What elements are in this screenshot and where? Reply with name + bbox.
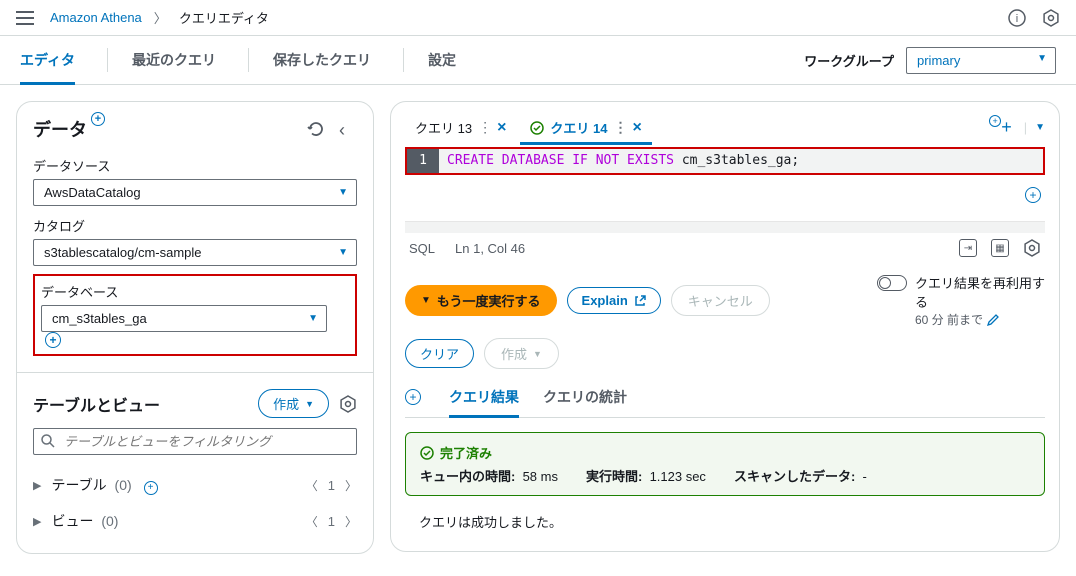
datasource-select[interactable]: AwsDataCatalog: [33, 179, 357, 206]
database-label: データベース: [41, 282, 349, 301]
tab-saved[interactable]: 保存したクエリ: [273, 36, 371, 84]
query-tab-14[interactable]: クエリ 14 ⋮ ×: [520, 112, 651, 143]
reuse-time: 60 分 前まで: [915, 311, 983, 328]
cancel-button: キャンセル: [671, 285, 770, 316]
gear-icon[interactable]: [339, 395, 357, 413]
tab-menu-icon[interactable]: ⋮: [478, 119, 491, 136]
chevron-down-icon: ▼: [421, 295, 431, 306]
check-icon: [420, 446, 434, 460]
breadcrumb-page: クエリエディタ: [179, 8, 269, 27]
filter-input[interactable]: [33, 428, 357, 455]
check-icon: [530, 121, 544, 135]
cursor-pos: Ln 1, Col 46: [455, 241, 525, 256]
plus-icon[interactable]: +: [405, 389, 421, 405]
external-link-icon: [634, 295, 646, 307]
create-button[interactable]: 作成▼: [258, 389, 329, 418]
tab-recent[interactable]: 最近のクエリ: [132, 36, 216, 84]
page-number: 1: [328, 514, 335, 529]
expand-icon[interactable]: ▶: [33, 479, 41, 492]
svg-text:i: i: [1016, 13, 1018, 25]
next-page-icon[interactable]: 〉: [345, 477, 357, 494]
tab-divider: [107, 48, 108, 72]
sidebar: データ + ‹ データソース AwsDataCatalog カタログ s3tab…: [16, 101, 374, 554]
divider: [17, 372, 373, 373]
clear-button[interactable]: クリア: [405, 339, 474, 368]
result-status-box: 完了済み キュー内の時間: 58 ms 実行時間: 1.123 sec スキャン…: [405, 432, 1045, 496]
layout-icon[interactable]: ▦: [991, 239, 1009, 257]
plus-icon[interactable]: +: [1025, 187, 1041, 203]
success-message: クエリは成功しました。: [405, 496, 1045, 535]
create-button-disabled: 作成▼: [484, 338, 559, 369]
explain-button[interactable]: Explain: [567, 287, 661, 314]
datasource-label: データソース: [33, 156, 357, 175]
sidebar-title: データ +: [33, 116, 87, 142]
line-number: 1: [407, 149, 439, 173]
reuse-toggle[interactable]: [877, 275, 907, 291]
database-select[interactable]: cm_s3tables_ga: [41, 305, 327, 332]
next-page-icon[interactable]: 〉: [345, 513, 357, 530]
plus-icon[interactable]: +: [91, 112, 105, 126]
tables-label: テーブル (0) +: [51, 475, 305, 495]
tab-settings[interactable]: 設定: [428, 36, 456, 84]
code-editor[interactable]: 1 CREATE DATABASE IF NOT EXISTS cm_s3tab…: [407, 149, 1043, 173]
close-icon[interactable]: ×: [633, 119, 642, 137]
refresh-icon[interactable]: [307, 120, 325, 138]
highlight-box: 1 CREATE DATABASE IF NOT EXISTS cm_s3tab…: [405, 147, 1045, 175]
chevron-down-icon: ▼: [305, 399, 314, 409]
scrollbar[interactable]: [405, 221, 1045, 233]
close-icon[interactable]: ×: [497, 119, 506, 137]
hamburger-menu[interactable]: [16, 11, 34, 25]
tables-views-title: テーブルとビュー: [33, 392, 160, 416]
settings-icon[interactable]: [1042, 9, 1060, 27]
gear-icon[interactable]: [1023, 239, 1041, 257]
prev-page-icon[interactable]: 〈: [306, 513, 318, 530]
query-tab-13[interactable]: クエリ 13 ⋮ ×: [405, 112, 516, 143]
tab-divider: [403, 48, 404, 72]
info-icon[interactable]: i: [1008, 9, 1026, 27]
tab-divider: [248, 48, 249, 72]
add-tab-button[interactable]: + +: [997, 117, 1016, 138]
format-icon[interactable]: ⇥: [959, 239, 977, 257]
breadcrumb: Amazon Athena 〉 クエリエディタ: [50, 8, 1008, 27]
breadcrumb-service[interactable]: Amazon Athena: [50, 10, 142, 25]
add-table-icon[interactable]: +: [144, 481, 158, 495]
tab-menu-icon[interactable]: ⋮: [614, 119, 627, 136]
workgroup-label: ワークグループ: [804, 51, 894, 70]
page-number: 1: [328, 478, 335, 493]
catalog-select[interactable]: s3tablescatalog/cm-sample: [33, 239, 357, 266]
tab-menu-icon[interactable]: ▼: [1035, 122, 1045, 133]
views-label: ビュー (0): [51, 511, 305, 531]
breadcrumb-sep: 〉: [154, 8, 167, 27]
search-icon: [41, 434, 55, 448]
tab-editor[interactable]: エディタ: [20, 36, 75, 84]
add-database-icon[interactable]: +: [45, 332, 61, 348]
edit-icon[interactable]: [987, 314, 999, 326]
run-button[interactable]: ▼ もう一度実行する: [405, 285, 557, 316]
expand-icon[interactable]: ▶: [33, 515, 41, 528]
results-tab[interactable]: クエリ結果: [449, 377, 519, 417]
highlight-box: データベース cm_s3tables_ga +: [33, 274, 357, 356]
catalog-label: カタログ: [33, 216, 357, 235]
stats-tab[interactable]: クエリの統計: [543, 377, 627, 417]
reuse-label: クエリ結果を再利用する: [915, 273, 1045, 311]
lang-label: SQL: [409, 241, 435, 256]
collapse-icon[interactable]: ‹: [339, 120, 357, 138]
prev-page-icon[interactable]: 〈: [306, 477, 318, 494]
workgroup-select[interactable]: primary: [906, 47, 1056, 74]
